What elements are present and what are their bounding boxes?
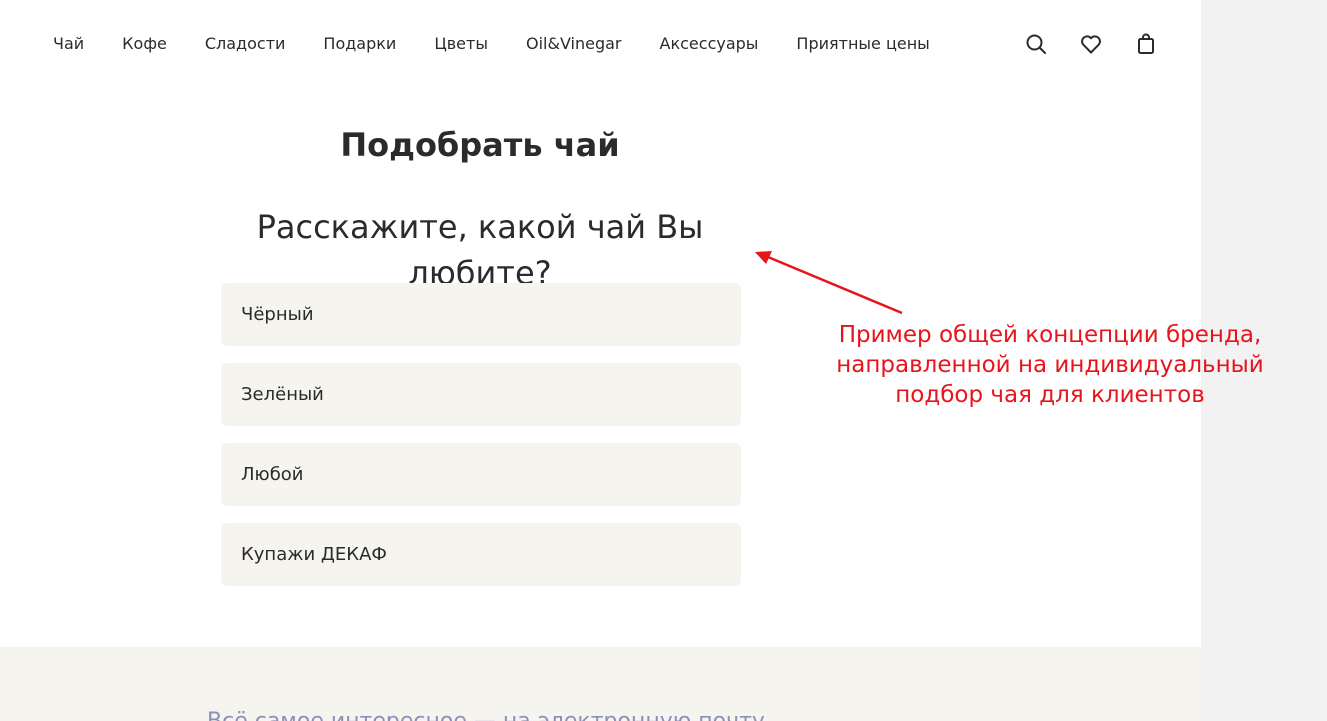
main-nav: Чай Кофе Сладости Подарки Цветы Oil&Vine… [53,32,968,56]
option-black-tea[interactable]: Чёрный [221,283,741,346]
nav-item-accessories[interactable]: Аксессуары [660,32,759,56]
annotation-line: подбор чая для клиентов [895,382,1205,408]
newsletter-text: Всё самое интересное — на электронную по… [207,707,765,721]
nav-item-gifts[interactable]: Подарки [323,32,396,56]
page-title: Подобрать чай [340,126,620,164]
annotation-line: направленной на индивидуальный [836,352,1264,378]
annotation-note: Пример общей концепции бренда, направлен… [800,320,1300,410]
option-green-tea[interactable]: Зелёный [221,363,741,426]
nav-item-oil-vinegar[interactable]: Oil&Vinegar [526,32,622,56]
header-actions [1022,30,1160,58]
bag-icon[interactable] [1132,30,1160,58]
quiz-options: Чёрный Зелёный Любой Купажи ДЕКАФ [221,283,741,603]
newsletter-band: Всё самое интересное — на электронную по… [0,647,1201,721]
search-icon[interactable] [1022,30,1050,58]
annotation-line: Пример общей концепции бренда, [838,322,1262,348]
heart-icon[interactable] [1077,30,1105,58]
option-decaf-blends[interactable]: Купажи ДЕКАФ [221,523,741,586]
nav-item-flowers[interactable]: Цветы [434,32,488,56]
nav-item-nice-prices[interactable]: Приятные цены [796,32,929,56]
nav-item-sweets[interactable]: Сладости [205,32,286,56]
nav-item-coffee[interactable]: Кофе [122,32,167,56]
option-any-tea[interactable]: Любой [221,443,741,506]
nav-item-tea[interactable]: Чай [53,32,84,56]
